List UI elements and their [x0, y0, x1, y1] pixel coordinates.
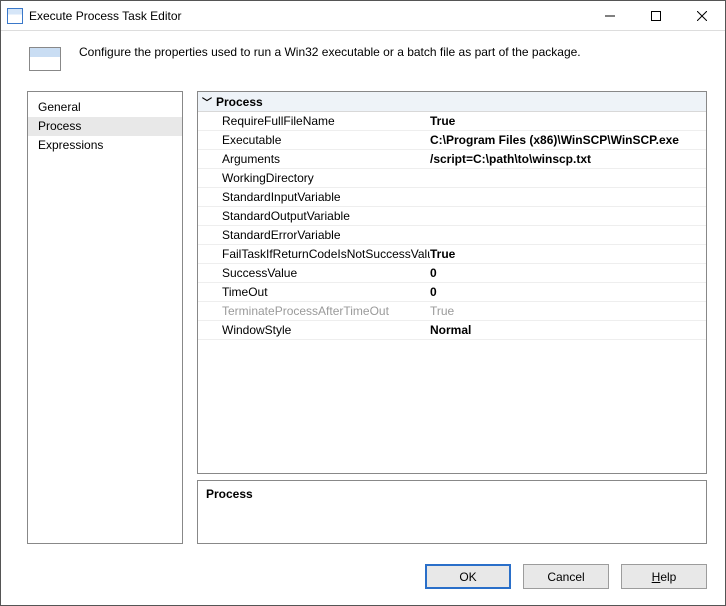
- property-name: Arguments: [198, 152, 430, 166]
- property-row[interactable]: FailTaskIfReturnCodeIsNotSuccessValueTru…: [198, 245, 706, 264]
- property-name: FailTaskIfReturnCodeIsNotSuccessValue: [198, 247, 430, 261]
- property-row[interactable]: StandardErrorVariable: [198, 226, 706, 245]
- app-icon: [7, 8, 23, 24]
- property-name: RequireFullFileName: [198, 114, 430, 128]
- property-name: Executable: [198, 133, 430, 147]
- collapse-icon[interactable]: ﹀: [198, 94, 216, 109]
- property-row[interactable]: TimeOut0: [198, 283, 706, 302]
- cancel-label: Cancel: [547, 570, 584, 584]
- property-value[interactable]: Normal: [430, 323, 706, 337]
- property-value[interactable]: True: [430, 304, 706, 318]
- ok-button[interactable]: OK: [425, 564, 511, 589]
- property-name: WorkingDirectory: [198, 171, 430, 185]
- property-name: StandardInputVariable: [198, 190, 430, 204]
- property-row[interactable]: WindowStyleNormal: [198, 321, 706, 340]
- property-value[interactable]: C:\Program Files (x86)\WinSCP\WinSCP.exe: [430, 133, 706, 147]
- property-name: WindowStyle: [198, 323, 430, 337]
- header-area: Configure the properties used to run a W…: [1, 31, 725, 91]
- cancel-button[interactable]: Cancel: [523, 564, 609, 589]
- property-value[interactable]: 0: [430, 266, 706, 280]
- property-name: StandardOutputVariable: [198, 209, 430, 223]
- property-row[interactable]: WorkingDirectory: [198, 169, 706, 188]
- property-row[interactable]: StandardOutputVariable: [198, 207, 706, 226]
- maximize-button[interactable]: [633, 1, 679, 30]
- property-row[interactable]: RequireFullFileNameTrue: [198, 112, 706, 131]
- property-value[interactable]: /script=C:\path\to\winscp.txt: [430, 152, 706, 166]
- nav-item-expressions[interactable]: Expressions: [38, 136, 172, 155]
- help-button[interactable]: Help: [621, 564, 707, 589]
- help-title: Process: [206, 487, 253, 501]
- window-title: Execute Process Task Editor: [29, 9, 587, 23]
- titlebar[interactable]: Execute Process Task Editor: [1, 1, 725, 31]
- property-row[interactable]: Arguments/script=C:\path\to\winscp.txt: [198, 150, 706, 169]
- property-value[interactable]: True: [430, 247, 706, 261]
- category-label: Process: [216, 95, 263, 109]
- property-category-header[interactable]: ﹀ Process: [198, 92, 706, 112]
- property-grid[interactable]: ﹀ Process RequireFullFileNameTrueExecuta…: [197, 91, 707, 474]
- category-nav: GeneralProcessExpressions: [27, 91, 183, 544]
- property-row[interactable]: StandardInputVariable: [198, 188, 706, 207]
- minimize-button[interactable]: [587, 1, 633, 30]
- property-name: StandardErrorVariable: [198, 228, 430, 242]
- property-row[interactable]: ExecutableC:\Program Files (x86)\WinSCP\…: [198, 131, 706, 150]
- property-value[interactable]: True: [430, 114, 706, 128]
- dialog-footer: OK Cancel Help: [1, 554, 725, 605]
- nav-item-general[interactable]: General: [38, 98, 172, 117]
- header-description: Configure the properties used to run a W…: [79, 45, 581, 59]
- property-value[interactable]: 0: [430, 285, 706, 299]
- property-name: TimeOut: [198, 285, 430, 299]
- close-button[interactable]: [679, 1, 725, 30]
- property-name: TerminateProcessAfterTimeOut: [198, 304, 430, 318]
- property-help-pane: Process: [197, 480, 707, 544]
- property-row[interactable]: SuccessValue0: [198, 264, 706, 283]
- ok-label: OK: [459, 570, 476, 584]
- property-row[interactable]: TerminateProcessAfterTimeOutTrue: [198, 302, 706, 321]
- task-icon: [29, 47, 61, 71]
- property-name: SuccessValue: [198, 266, 430, 280]
- nav-item-process[interactable]: Process: [28, 117, 182, 136]
